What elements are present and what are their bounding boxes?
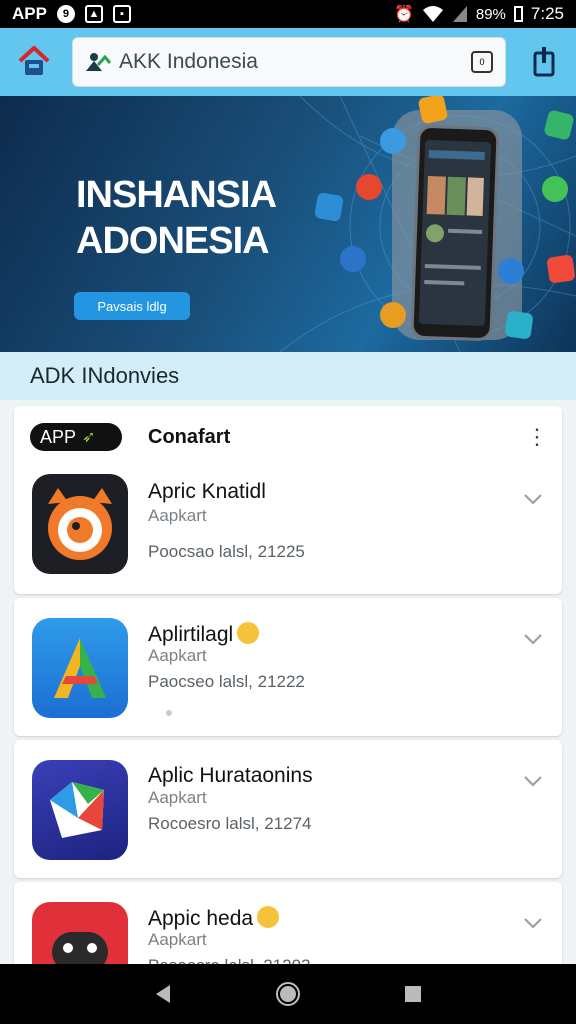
share-button[interactable] bbox=[526, 42, 562, 82]
section-title: ADK INdonvies bbox=[30, 363, 180, 388]
camera-icon[interactable]: 0 bbox=[471, 51, 493, 73]
wifi-icon bbox=[422, 6, 443, 22]
home-circle-icon bbox=[275, 982, 300, 1006]
status-bar: APP 9 ▲ ▪ ⏰ 89% 7:25 bbox=[0, 0, 576, 28]
battery-icon bbox=[513, 6, 523, 22]
floating-app-icon bbox=[542, 176, 568, 202]
featured-card: APP ➶ Conafart ⋮ Apric Knatidl Aapkart P… bbox=[14, 406, 562, 594]
floating-app-icon bbox=[356, 174, 382, 200]
home-nav-button[interactable] bbox=[274, 980, 302, 1008]
home-icon bbox=[18, 46, 50, 75]
app-developer: Aapkart bbox=[148, 506, 207, 525]
floating-app-icon bbox=[380, 128, 406, 154]
gallery-icon: ▲ bbox=[84, 5, 103, 23]
floating-app-icon bbox=[546, 254, 576, 284]
app-icon-shapes bbox=[32, 760, 128, 860]
clock: 7:25 bbox=[530, 4, 564, 23]
app-card: Aplirtilagl Aapkart Paocseo lalsl, 21222 bbox=[14, 598, 562, 736]
chevron-down-icon[interactable] bbox=[522, 488, 544, 510]
back-icon bbox=[155, 985, 170, 1003]
app-list-item[interactable]: Apric Knatidl Aapkart Poocsao lalsl, 212… bbox=[14, 468, 562, 588]
floating-app-icon bbox=[498, 258, 524, 284]
card-title: Conafart bbox=[148, 425, 231, 448]
floating-app-icon bbox=[380, 302, 406, 328]
app-name: Aplic Hurataonins bbox=[148, 764, 313, 787]
app-meta: Paocseo lalsl, 21222 bbox=[148, 672, 305, 691]
app-developer: Aapkart bbox=[148, 930, 207, 949]
share-icon bbox=[533, 47, 555, 77]
notification-icon: 9 bbox=[56, 5, 75, 23]
app-card: Aplic Hurataonins Aapkart Rocoesro lalsl… bbox=[14, 740, 562, 878]
app-list-item[interactable]: Aplirtilagl Aapkart Paocseo lalsl, 21222 bbox=[14, 598, 562, 736]
floating-app-icon bbox=[504, 310, 534, 340]
app-meta: Rocoesro lalsl, 21274 bbox=[148, 814, 312, 833]
back-button[interactable] bbox=[149, 980, 177, 1008]
home-button[interactable] bbox=[14, 42, 54, 82]
banner-title: INSHANSIA ADONESIA bbox=[76, 174, 277, 262]
app-icon-fox bbox=[32, 474, 128, 574]
app-meta: Poocsao lalsl, 21225 bbox=[148, 542, 305, 561]
app-list-item[interactable]: Appic heda Aapkart Pasoesro lalsl, 21203 bbox=[14, 882, 562, 972]
search-bar[interactable]: AKK Indonesia 0 bbox=[72, 37, 506, 87]
app-card: Appic heda Aapkart Pasoesro lalsl, 21203 bbox=[14, 882, 562, 972]
message-icon: ▪ bbox=[112, 5, 131, 23]
recents-button[interactable] bbox=[399, 980, 427, 1008]
carrier-label: APP bbox=[12, 4, 47, 23]
chevron-down-icon[interactable] bbox=[522, 770, 544, 792]
smile-emoji-icon bbox=[237, 622, 260, 644]
app-header: AKK Indonesia 0 bbox=[0, 28, 576, 96]
alarm-icon: ⏰ bbox=[393, 6, 414, 23]
app-badge: APP ➶ bbox=[30, 423, 122, 451]
app-name: Apric Knatidl bbox=[148, 480, 266, 503]
app-name: Aplirtilagl bbox=[148, 622, 260, 647]
chevron-down-icon[interactable] bbox=[522, 912, 544, 934]
search-input[interactable]: AKK Indonesia bbox=[119, 50, 471, 74]
section-header: ADK INdonvies bbox=[0, 352, 576, 400]
floating-app-icon bbox=[313, 191, 345, 223]
promo-banner[interactable]: INSHANSIA ADONESIA Pavsais ldlg bbox=[0, 96, 576, 352]
app-developer: Aapkart bbox=[148, 646, 207, 665]
app-icon-android bbox=[32, 902, 128, 972]
app-list-item[interactable]: Aplic Hurataonins Aapkart Rocoesro lalsl… bbox=[14, 740, 562, 878]
battery-level: 89% bbox=[475, 5, 506, 23]
chevron-down-icon[interactable] bbox=[522, 628, 544, 650]
app-icon-letter-a bbox=[32, 618, 128, 718]
app-badge-label: APP bbox=[40, 426, 77, 447]
banner-cta-button[interactable]: Pavsais ldlg bbox=[74, 292, 190, 320]
rocket-icon: ➶ bbox=[82, 429, 96, 446]
signal-icon bbox=[452, 6, 467, 22]
indicator-dot bbox=[166, 710, 172, 716]
app-developer: Aapkart bbox=[148, 788, 207, 807]
more-options-icon[interactable]: ⋮ bbox=[526, 424, 548, 450]
card-header: APP ➶ Conafart ⋮ bbox=[14, 406, 562, 468]
wink-emoji-icon bbox=[257, 906, 280, 928]
floating-app-icon bbox=[340, 246, 366, 272]
app-name: Appic heda bbox=[148, 906, 280, 931]
recents-icon bbox=[405, 986, 422, 1002]
phone-illustration bbox=[410, 124, 500, 342]
system-nav-bar bbox=[0, 964, 576, 1024]
app-logo-icon bbox=[86, 53, 111, 71]
